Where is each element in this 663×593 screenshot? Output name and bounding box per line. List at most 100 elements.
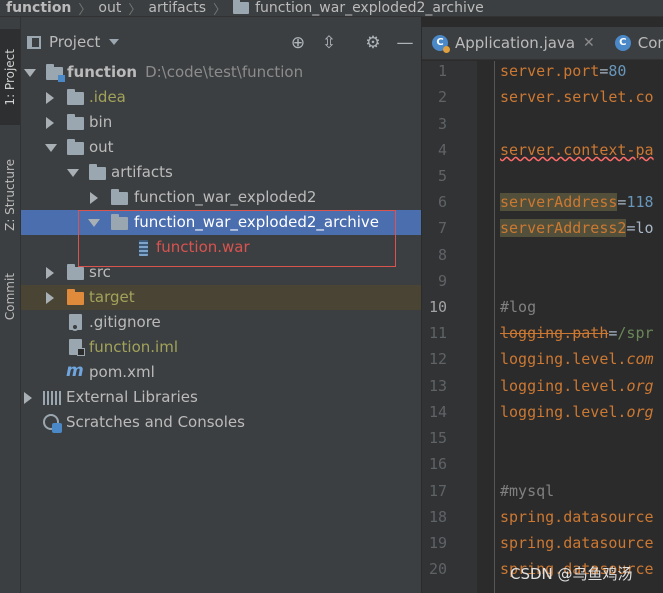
tree-row-function-iml[interactable]: function.iml	[21, 335, 421, 360]
close-icon[interactable]: ✕	[583, 35, 595, 51]
target-icon[interactable]: ⊕	[288, 33, 308, 53]
folder-icon	[111, 214, 128, 230]
code-line: 1 server.port=80	[422, 62, 663, 88]
tree-label: function_war_exploded2_archive	[134, 213, 379, 231]
code-text: logging.level.com	[500, 350, 654, 368]
expand-arrow-icon[interactable]	[45, 144, 57, 152]
property-key: logging.level.	[500, 377, 627, 395]
expand-arrow-icon[interactable]	[46, 292, 54, 304]
tree-row-external-libraries[interactable]: External Libraries	[21, 385, 421, 410]
tree-row-src[interactable]: src	[21, 260, 421, 285]
code-line: 19 spring.datasource	[422, 534, 663, 560]
tree-row-war-exploded2-archive[interactable]: function_war_exploded2_archive	[21, 210, 421, 235]
stripe-commit[interactable]: Commit	[0, 257, 20, 337]
tree-row-function-war[interactable]: function.war	[21, 235, 421, 260]
tree-label: target	[89, 288, 135, 306]
line-number: 14	[428, 403, 447, 421]
folder-icon	[67, 139, 84, 155]
expand-arrow-icon[interactable]	[46, 92, 54, 104]
property-key: server.servlet.co	[500, 88, 654, 106]
expand-arrow-icon[interactable]	[67, 169, 79, 177]
line-number: 20	[428, 560, 447, 578]
folder-icon	[111, 189, 128, 205]
tree-row-war-exploded2[interactable]: function_war_exploded2	[21, 185, 421, 210]
gitignore-file-icon	[69, 314, 82, 331]
stripe-project[interactable]: 1: Project	[0, 29, 20, 125]
tree-row-out[interactable]: out	[21, 135, 421, 160]
chevron-right-icon: 〉	[78, 2, 92, 17]
tree-label: bin	[89, 113, 113, 131]
expand-arrow-icon[interactable]	[46, 267, 54, 279]
expand-arrow-icon[interactable]	[46, 117, 54, 129]
project-panel: Project ⊕ ⇳ ⚙ — function D:\code\test\fun…	[21, 17, 422, 593]
stripe-structure[interactable]: Z: Structure	[0, 142, 20, 247]
expand-arrow-icon[interactable]	[90, 192, 98, 204]
tree-label: function D:\code\test\function	[67, 63, 303, 81]
panel-header: Project ⊕ ⇳ ⚙ —	[21, 27, 421, 57]
code-line: 15	[422, 429, 663, 455]
line-number: 1	[437, 62, 447, 80]
property-value: lo	[635, 219, 654, 237]
line-number: 17	[428, 482, 447, 500]
tab-application-java[interactable]: C Application.java ✕	[422, 27, 605, 59]
project-path: D:\code\test\function	[145, 63, 304, 81]
code-line: 12 logging.level.com	[422, 350, 663, 376]
tree-row-target[interactable]: target	[21, 285, 421, 310]
line-number: 13	[428, 377, 447, 395]
property-key: server.context-pa	[500, 141, 654, 159]
breadcrumb-item-archive[interactable]: function_war_exploded2_archive	[233, 0, 484, 16]
tree-label: pom.xml	[89, 363, 155, 381]
tree-row-pom[interactable]: m pom.xml	[21, 360, 421, 385]
collapse-icon[interactable]: ⇳	[319, 33, 339, 53]
folder-icon	[67, 89, 84, 105]
java-class-icon: C	[614, 35, 631, 51]
expand-arrow-icon[interactable]	[88, 219, 100, 227]
tree-row-bin[interactable]: bin	[21, 110, 421, 135]
line-number: 6	[437, 193, 447, 211]
tree-label: artifacts	[111, 163, 173, 181]
breadcrumb-item-out[interactable]: out	[98, 0, 121, 16]
archive-file-icon	[139, 240, 148, 256]
code-text: #mysql	[500, 482, 554, 500]
property-key: spring.datasource	[500, 534, 654, 552]
code-text: server.servlet.co	[500, 88, 654, 106]
tool-window-stripe: 1: Project Z: Structure Commit	[0, 17, 21, 593]
code-line: 13 logging.level.org	[422, 377, 663, 403]
tree-label: src	[89, 263, 111, 281]
code-line: 6 serverAddress=118	[422, 193, 663, 219]
tree-row-scratches[interactable]: Scratches and Consoles	[21, 410, 421, 435]
tab-con[interactable]: C Con	[605, 27, 663, 59]
code-line: 3	[422, 115, 663, 141]
line-number: 7	[437, 219, 447, 237]
breadcrumb-item-function[interactable]: function	[0, 0, 71, 16]
gear-icon[interactable]: ⚙	[363, 33, 383, 53]
excluded-folder-icon	[67, 289, 84, 305]
property-key: spring.datasource	[500, 508, 654, 526]
project-window-icon	[27, 35, 41, 49]
tree-row-artifacts[interactable]: artifacts	[21, 160, 421, 185]
panel-title: Project	[49, 33, 101, 51]
tree-label: Scratches and Consoles	[66, 413, 245, 431]
property-key: logging.path	[500, 324, 609, 342]
expand-arrow-icon[interactable]	[24, 69, 36, 77]
line-number: 2	[437, 88, 447, 106]
breadcrumb-item-artifacts[interactable]: artifacts	[148, 0, 206, 16]
code-line: 7 serverAddress2=lo	[422, 219, 663, 245]
code-line: 9	[422, 272, 663, 298]
code-text: spring.datasource	[500, 508, 654, 526]
chevron-right-icon: 〉	[213, 2, 227, 17]
tree-label: function_war_exploded2	[134, 188, 317, 206]
expand-arrow-icon[interactable]	[24, 392, 32, 404]
property-key: logging.level.	[500, 403, 627, 421]
property-key: serverAddress	[500, 193, 618, 211]
tree-row-function[interactable]: function D:\code\test\function	[21, 60, 421, 85]
property-value: 80	[608, 62, 627, 80]
project-view-selector[interactable]: Project	[27, 33, 120, 51]
tree-row-idea[interactable]: .idea	[21, 85, 421, 110]
tree-label: out	[89, 138, 114, 156]
chevron-right-icon: 〉	[128, 2, 142, 17]
breadcrumb-label: function	[6, 0, 72, 16]
tree-row-gitignore[interactable]: .gitignore	[21, 310, 421, 335]
minimize-icon[interactable]: —	[395, 33, 415, 53]
comment: #mysql	[500, 482, 555, 500]
